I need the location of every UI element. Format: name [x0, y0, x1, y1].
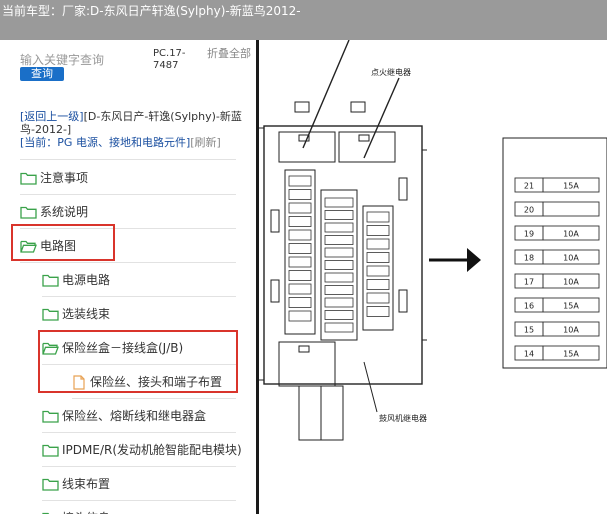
fuse-slot — [288, 256, 312, 268]
fuse-row: 15 10A — [514, 321, 600, 337]
fuse-slot — [288, 175, 312, 187]
fuse-number: 17 — [524, 278, 534, 287]
fuse-slot — [324, 247, 354, 258]
fuse-row: 18 10A — [514, 249, 600, 265]
fuse-slot — [366, 279, 390, 290]
fuse-box-diagram: 点火继电器 鼓风机继电器 21 15A 20 19 10A 18 10A 17 10A 16 15A… — [259, 40, 607, 441]
fuse-slot — [288, 243, 312, 254]
tree-item-label: IPDME/R(发动机舱智能配电模块) — [62, 443, 242, 457]
fuse-rating: 15A — [563, 302, 579, 311]
fuse-slot — [324, 235, 354, 245]
breadcrumb-current: [当前：PG 电源、接地和电路元件] — [20, 136, 191, 149]
fuse-slot — [324, 285, 354, 295]
fuse-slot — [366, 252, 390, 263]
tree-item-label: 电源电路 — [62, 273, 111, 287]
tree-item-label: 接头信息 — [62, 508, 110, 514]
fuse-rating: 10A — [563, 254, 579, 263]
fuse-slot — [366, 238, 390, 250]
tree-item-label: 选装线束 — [62, 307, 111, 321]
fuse-rating: 15A — [563, 182, 579, 191]
fuse-slot — [324, 310, 354, 320]
car-model-title: 当前车型：厂家:D-东风日产轩逸(Sylphy)-新蓝鸟2012- — [2, 2, 301, 19]
fuse-slot — [288, 189, 312, 200]
fuse-slot — [288, 229, 312, 241]
fuse-row: 20 — [514, 201, 600, 217]
tree-item-label: 保险丝、熔断线和继电器盒 — [62, 409, 207, 423]
highlight-box — [11, 224, 115, 261]
fuse-row: 14 15A — [514, 345, 600, 361]
fuse-slot — [324, 297, 354, 308]
divider — [72, 398, 236, 399]
fuse-slot — [288, 310, 312, 322]
fuse-rating: 10A — [563, 230, 579, 239]
fuse-slot — [288, 216, 312, 227]
divider — [42, 500, 236, 501]
fuse-row: 19 10A — [514, 225, 600, 241]
fuse-number: 16 — [524, 302, 534, 311]
tree-item-label: 系统说明 — [40, 205, 89, 219]
fuse-slot — [288, 297, 312, 308]
fuse-number: 19 — [524, 230, 534, 239]
car-model-value: 厂家:D-东风日产轩逸(Sylphy)-新蓝鸟2012- — [62, 4, 301, 18]
tree-item-label: 注意事项 — [40, 171, 89, 185]
fuse-number: 20 — [524, 206, 534, 215]
fuse-slot — [324, 222, 354, 233]
collapse-all-link[interactable]: 折叠全部 — [207, 48, 251, 60]
sidebar: 查询 PC.17-7487 折叠全部 [返回上一级][D-东风日产-轩逸(Syl… — [0, 40, 256, 514]
search-button[interactable]: 查询 — [20, 67, 64, 81]
fuse-slot — [324, 322, 354, 333]
breadcrumb: [返回上一级][D-东风日产-轩逸(Sylphy)-新蓝鸟-2012-] [当前… — [20, 110, 242, 149]
fuse-slot — [324, 260, 354, 270]
divider — [42, 432, 236, 433]
fuse-slot — [366, 211, 390, 223]
header-bar: 当前车型：厂家:D-东风日产轩逸(Sylphy)-新蓝鸟2012- — [0, 0, 607, 40]
fuse-rating: 10A — [563, 326, 579, 335]
car-model-label: 当前车型： — [2, 4, 63, 18]
fuse-row: 16 15A — [514, 297, 600, 313]
divider — [42, 296, 236, 297]
breadcrumb-back-link[interactable]: [返回上一级] — [20, 110, 84, 123]
fuse-number: 18 — [524, 254, 534, 263]
fuse-slot — [324, 272, 354, 283]
fuse-row: 21 15A — [514, 177, 600, 193]
divider — [42, 466, 236, 467]
fuse-slot — [288, 270, 312, 281]
tree-item-label: 线束布置 — [62, 477, 111, 491]
relay-label-top: 点火继电器 — [371, 67, 411, 77]
fuse-slot — [288, 202, 312, 214]
fuse-slot — [366, 292, 390, 304]
divider — [20, 194, 236, 195]
fuse-slot — [366, 306, 390, 317]
document-viewer: 点火继电器 鼓风机继电器 21 15A 20 19 10A 18 10A 17 10A 16 15A… — [259, 40, 607, 514]
fuse-number: 21 — [524, 182, 534, 191]
fuse-slot — [324, 210, 354, 220]
relay-label-bottom: 鼓风机继电器 — [379, 413, 427, 423]
fuse-number: 14 — [524, 350, 534, 359]
fuse-rating: 15A — [563, 350, 579, 359]
search-input[interactable] — [20, 52, 150, 68]
fuse-slot — [324, 197, 354, 208]
fuse-rating: 10A — [563, 278, 579, 287]
doc-code: PC.17-7487 — [153, 48, 186, 71]
fuse-slot — [288, 283, 312, 295]
fuse-number: 15 — [524, 326, 534, 335]
refresh-link[interactable]: [刷新] — [190, 136, 221, 149]
divider — [20, 262, 236, 263]
fuse-slot — [366, 265, 390, 277]
highlight-box — [38, 330, 238, 393]
fuse-slot — [366, 225, 390, 236]
arrow-right-icon — [429, 248, 481, 272]
fuse-row: 17 10A — [514, 273, 600, 289]
divider — [20, 159, 236, 160]
